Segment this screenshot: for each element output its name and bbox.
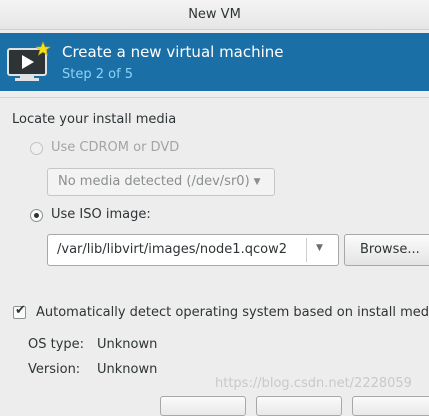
os-type-label: OS type: [28,337,85,352]
combo-divider [306,238,307,262]
chevron-down-icon: ▼ [253,177,261,187]
back-button[interactable] [256,396,342,416]
cdrom-radio-label: Use CDROM or DVD [51,140,180,155]
monitor-play-icon [6,41,52,83]
version-value: Unknown [97,362,158,377]
forward-button[interactable] [352,396,429,416]
os-type-value: Unknown [97,337,158,352]
version-label: Version: [28,362,81,377]
auto-detect-os-checkbox[interactable]: ✔ [13,303,26,319]
checkmark-icon: ✔ [15,303,26,318]
iso-radio-label: Use ISO image: [51,207,151,222]
cdrom-media-select[interactable]: No media detected (/dev/sr0) ▼ [47,168,275,196]
divider [0,97,429,98]
cdrom-radio[interactable] [30,142,43,155]
header-banner: Create a new virtual machine Step 2 of 5 [0,33,429,91]
cdrom-media-value: No media detected (/dev/sr0) [58,174,250,189]
iso-path-input[interactable]: /var/lib/libvirt/images/node1.qcow2 [57,242,287,257]
page-title: Create a new virtual machine [62,43,284,61]
auto-detect-os-label: Automatically detect operating system ba… [36,305,429,320]
radio-selected-dot [34,213,39,218]
window-title: New VM [0,0,429,30]
chevron-down-icon[interactable]: ▼ [316,243,323,253]
iso-radio[interactable] [30,209,43,222]
watermark: https://blog.csdn.net/2228059 [215,376,412,391]
browse-button[interactable]: Browse... [344,234,429,266]
cancel-button[interactable] [160,396,246,416]
iso-path-combo[interactable]: /var/lib/libvirt/images/node1.qcow2 ▼ [47,234,339,266]
install-media-label: Locate your install media [12,112,177,127]
step-indicator: Step 2 of 5 [62,67,134,82]
